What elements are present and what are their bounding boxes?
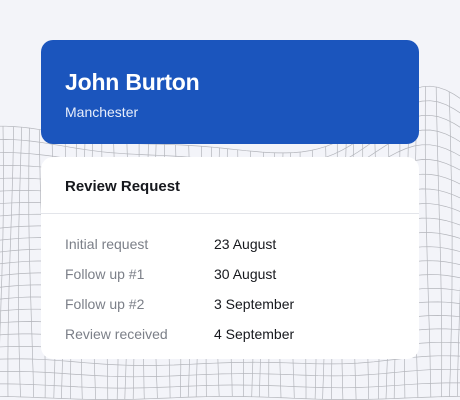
row-date: 23 August bbox=[214, 236, 277, 252]
timeline-row-initial-request: Initial request 23 August bbox=[65, 229, 395, 259]
divider bbox=[41, 213, 419, 214]
mesh-row-line bbox=[0, 368, 460, 378]
mesh-column-line bbox=[0, 126, 4, 344]
row-date: 4 September bbox=[214, 326, 295, 342]
timeline-row-follow-up-1: Follow up #1 30 August bbox=[65, 259, 395, 289]
row-label: Follow up #2 bbox=[65, 296, 145, 312]
mesh-column-line bbox=[28, 128, 35, 398]
mesh-row-line bbox=[0, 382, 460, 389]
review-request-card: Review Request Initial request 23 August… bbox=[41, 157, 419, 359]
row-label: Review received bbox=[65, 326, 168, 342]
mesh-column-line bbox=[435, 86, 443, 397]
timeline-row-review-received: Review received 4 September bbox=[65, 319, 395, 349]
person-location: Manchester bbox=[65, 104, 139, 120]
row-date: 3 September bbox=[214, 296, 295, 312]
mesh-column-line bbox=[448, 91, 453, 397]
mesh-row-line bbox=[0, 396, 460, 400]
row-label: Initial request bbox=[65, 236, 149, 252]
row-label: Follow up #1 bbox=[65, 266, 145, 282]
mesh-column-line bbox=[7, 126, 14, 397]
profile-header-card: John Burton Manchester bbox=[41, 40, 419, 144]
review-timeline-list: Initial request 23 August Follow up #1 3… bbox=[65, 229, 395, 349]
person-name: John Burton bbox=[65, 69, 200, 95]
review-card-title: Review Request bbox=[65, 178, 181, 195]
mesh-column-line bbox=[424, 86, 432, 398]
timeline-row-follow-up-2: Follow up #2 3 September bbox=[65, 289, 395, 319]
row-date: 30 August bbox=[214, 266, 277, 282]
